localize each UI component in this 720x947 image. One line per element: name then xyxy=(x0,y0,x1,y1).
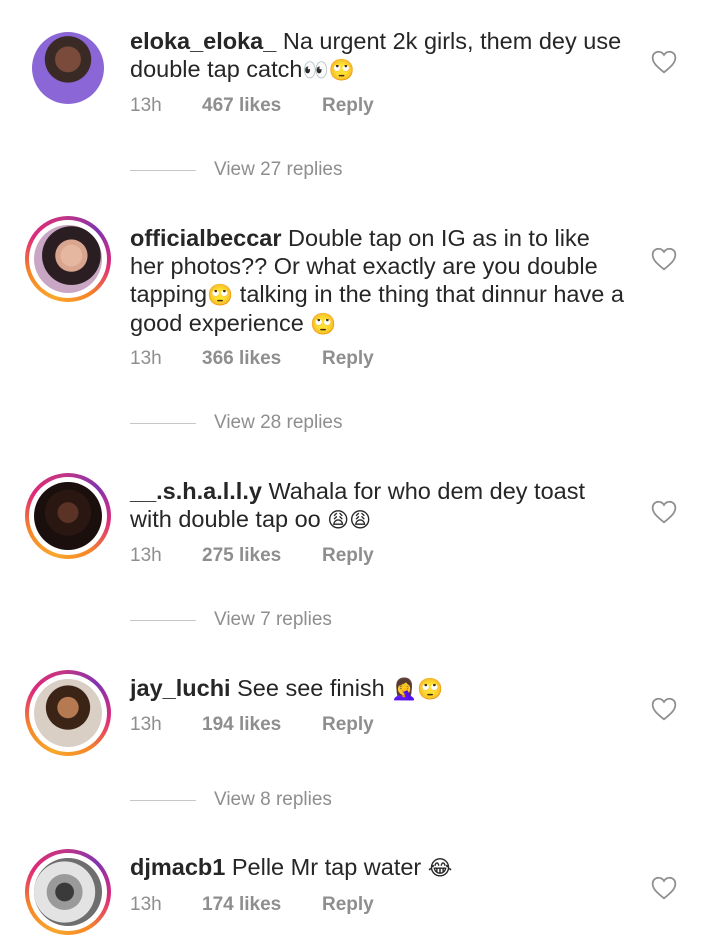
comment-likes[interactable]: 467 likes xyxy=(202,95,322,117)
comment-emoji: 😩😩 xyxy=(327,508,372,532)
reply-button[interactable]: Reply xyxy=(322,545,374,567)
comment-emoji: 😂 xyxy=(427,856,453,880)
comment-likes[interactable]: 174 likes xyxy=(202,894,322,916)
reply-button[interactable]: Reply xyxy=(322,894,374,916)
comment-text: jay_luchi See see finish 🤦‍♀️🙄 xyxy=(130,674,630,703)
comment-likes[interactable]: 275 likes xyxy=(202,545,322,567)
comment-text: officialbeccar Double tap on IG as in to… xyxy=(130,224,630,338)
avatar[interactable] xyxy=(25,670,111,756)
comment-meta: 13h 174 likes Reply xyxy=(130,894,374,916)
heart-outline-icon[interactable] xyxy=(651,876,677,900)
comment-likes[interactable]: 194 likes xyxy=(202,714,322,736)
heart-outline-icon[interactable] xyxy=(651,500,677,524)
comment-meta: 13h 194 likes Reply xyxy=(130,714,374,736)
comment-username[interactable]: officialbeccar xyxy=(130,225,282,251)
comment-username[interactable]: __.s.h.a.l.l.y xyxy=(130,478,262,504)
avatar[interactable] xyxy=(25,216,111,302)
comment-username[interactable]: jay_luchi xyxy=(130,675,231,701)
reply-button[interactable]: Reply xyxy=(322,348,374,370)
heart-outline-icon[interactable] xyxy=(651,50,677,74)
heart-outline-icon[interactable] xyxy=(651,247,677,271)
comment-username[interactable]: djmacb1 xyxy=(130,854,225,880)
comment-meta: 13h 467 likes Reply xyxy=(130,95,374,117)
comment-body: See see finish xyxy=(237,675,392,701)
comment-likes[interactable]: 366 likes xyxy=(202,348,322,370)
view-replies-label[interactable]: View 27 replies xyxy=(214,159,343,181)
view-replies-button[interactable]: View 8 replies xyxy=(130,789,332,811)
comment-time: 13h xyxy=(130,545,162,566)
comment-time: 13h xyxy=(130,95,162,116)
avatar[interactable] xyxy=(25,849,111,935)
view-replies-label[interactable]: View 8 replies xyxy=(214,789,332,811)
view-replies-button[interactable]: View 7 replies xyxy=(130,609,332,631)
comment-emoji: 🙄 xyxy=(310,312,337,336)
comment-meta: 13h 366 likes Reply xyxy=(130,348,374,370)
comment-emoji: 🙄 xyxy=(207,283,234,307)
comment-time: 13h xyxy=(130,348,162,369)
view-replies-label[interactable]: View 28 replies xyxy=(214,412,343,434)
avatar[interactable] xyxy=(25,473,111,559)
view-replies-button[interactable]: View 28 replies xyxy=(130,412,343,434)
comment-emoji: 👀🙄 xyxy=(302,58,355,82)
replies-divider xyxy=(130,422,196,424)
comment-text: eloka_eloka_ Na urgent 2k girls, them de… xyxy=(130,27,630,84)
heart-outline-icon[interactable] xyxy=(651,697,677,721)
view-replies-button[interactable]: View 27 replies xyxy=(130,159,343,181)
reply-button[interactable]: Reply xyxy=(322,95,374,117)
replies-divider xyxy=(130,169,196,171)
comment-body: Pelle Mr tap water xyxy=(231,854,428,880)
comment-text: djmacb1 Pelle Mr tap water 😂 xyxy=(130,853,630,882)
view-replies-label[interactable]: View 7 replies xyxy=(214,609,332,631)
comment-meta: 13h 275 likes Reply xyxy=(130,545,374,567)
comment-text: __.s.h.a.l.l.y Wahala for who dem dey to… xyxy=(130,477,630,534)
reply-button[interactable]: Reply xyxy=(322,714,374,736)
comment-emoji: 🤦‍♀️🙄 xyxy=(391,677,444,701)
comment-time: 13h xyxy=(130,714,162,735)
replies-divider xyxy=(130,799,196,801)
replies-divider xyxy=(130,619,196,621)
avatar[interactable] xyxy=(25,25,111,111)
comment-username[interactable]: eloka_eloka_ xyxy=(130,28,276,54)
comment-time: 13h xyxy=(130,894,162,915)
